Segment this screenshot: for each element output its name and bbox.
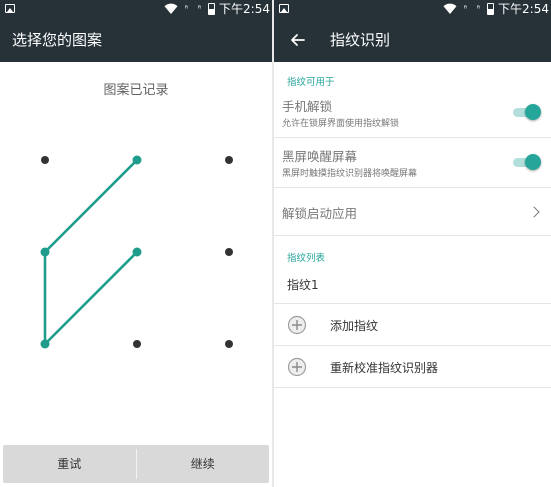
pattern-dot[interactable] xyxy=(225,156,233,164)
section-header-available: 指纹可用于 xyxy=(287,77,335,88)
page-title: 选择您的图案 xyxy=(12,31,103,49)
app-bar: 选择您的图案 xyxy=(0,18,272,62)
app-bar: 指纹识别 xyxy=(274,18,551,62)
pattern-dot[interactable] xyxy=(40,247,50,257)
phone-unlock-toggle[interactable] xyxy=(513,102,541,122)
add-fingerprint-label: 添加指纹 xyxy=(330,319,379,333)
chevron-right-icon xyxy=(528,206,540,218)
status-bar: ᴿ ᴿ 下午2:54 xyxy=(274,0,551,18)
pattern-dot[interactable] xyxy=(225,248,233,256)
pattern-dot[interactable] xyxy=(133,340,141,348)
bottom-button-bar: 重试 继续 xyxy=(3,445,269,483)
section-header-fingerprint-list: 指纹列表 xyxy=(287,253,326,264)
pattern-dot[interactable] xyxy=(40,339,50,349)
wake-screen-toggle[interactable] xyxy=(513,152,541,172)
pattern-setup-screen: ᴿ ᴿ 下午2:54 选择您的图案 图案已记录 重试 继续 xyxy=(0,0,272,487)
add-fingerprint-row[interactable]: 添加指纹 xyxy=(274,304,551,346)
pattern-grid[interactable] xyxy=(0,112,272,412)
battery-icon xyxy=(208,3,216,15)
fingerprint-list-item[interactable]: 指纹1 xyxy=(274,264,551,304)
pattern-dot[interactable] xyxy=(41,156,49,164)
pattern-dot[interactable] xyxy=(132,247,142,257)
setting-row-phone-unlock[interactable]: 手机解锁 允许在锁屏界面使用指纹解锁 xyxy=(274,88,551,138)
back-arrow-icon[interactable] xyxy=(288,30,308,50)
image-icon xyxy=(5,4,15,13)
setting-row-wake-screen[interactable]: 黑屏唤醒屏幕 黑屏时触摸指纹识别器将唤醒屏幕 xyxy=(274,138,551,188)
setting-subtitle: 黑屏时触摸指纹识别器将唤醒屏幕 xyxy=(282,169,418,179)
add-circle-icon xyxy=(287,357,307,377)
fingerprint-settings-screen: ᴿ ᴿ 下午2:54 指纹识别 指纹可用于 手机解锁 允许在锁屏界面使用指纹解锁… xyxy=(274,0,551,487)
signal-icon: ᴿ xyxy=(476,4,481,13)
add-circle-icon xyxy=(287,315,307,335)
recalibrate-label: 重新校准指纹识别器 xyxy=(330,361,439,375)
setting-subtitle: 允许在锁屏界面使用指纹解锁 xyxy=(282,119,400,129)
continue-button[interactable]: 继续 xyxy=(137,445,270,483)
signal-icon: ᴿ xyxy=(184,4,189,13)
setting-title: 黑屏唤醒屏幕 xyxy=(282,149,358,164)
pattern-status-text: 图案已记录 xyxy=(103,83,169,98)
image-icon xyxy=(279,4,289,13)
recalibrate-row[interactable]: 重新校准指纹识别器 xyxy=(274,346,551,388)
retry-button[interactable]: 重试 xyxy=(3,445,136,483)
pattern-dot[interactable] xyxy=(132,155,142,165)
fingerprint-name: 指纹1 xyxy=(287,278,319,292)
signal-icon: ᴿ xyxy=(463,4,468,13)
setting-title: 解锁启动应用 xyxy=(282,206,358,221)
wifi-icon xyxy=(164,3,178,14)
page-title: 指纹识别 xyxy=(330,31,391,49)
battery-icon xyxy=(487,3,495,15)
signal-icon: ᴿ xyxy=(197,4,202,13)
wifi-icon xyxy=(443,3,457,14)
toggle-thumb xyxy=(525,104,541,120)
status-bar: ᴿ ᴿ 下午2:54 xyxy=(0,0,272,18)
pattern-dot[interactable] xyxy=(225,340,233,348)
status-time: 下午2:54 xyxy=(498,2,549,16)
setting-title: 手机解锁 xyxy=(282,99,333,114)
toggle-thumb xyxy=(525,154,541,170)
pattern-path xyxy=(43,158,139,346)
setting-row-launch-app[interactable]: 解锁启动应用 xyxy=(274,188,551,236)
status-time: 下午2:54 xyxy=(219,2,270,16)
